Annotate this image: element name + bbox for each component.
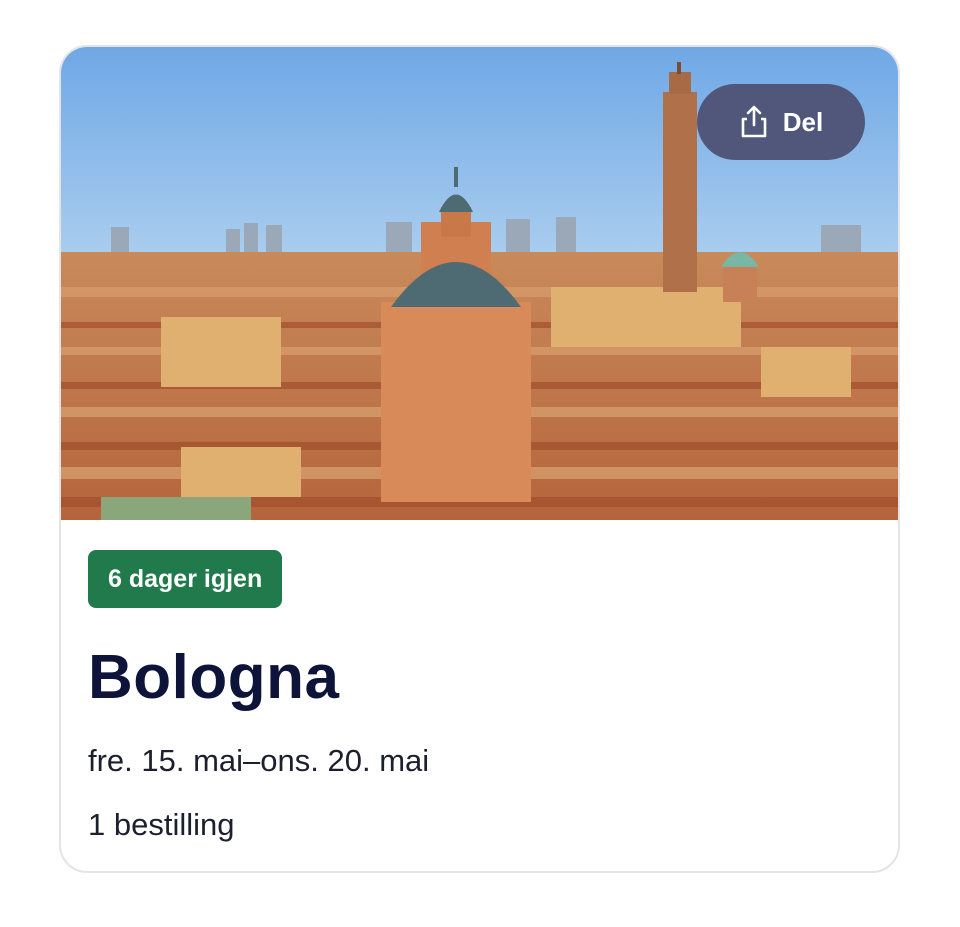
share-label: Del	[782, 106, 824, 137]
days-left-badge: 6 dager igjen	[88, 550, 283, 608]
share-icon	[741, 105, 767, 138]
bookings-count: 1 bestilling	[88, 807, 235, 842]
share-button[interactable]: Del	[697, 84, 865, 160]
trip-dates: fre. 15. mai–ons. 20. mai	[88, 743, 430, 778]
trip-card[interactable]: Del 6 dager igjen Bologna fre. 15. mai–o…	[59, 45, 900, 873]
trip-title: Bologna	[88, 643, 340, 712]
city-photo: Del	[61, 47, 898, 520]
